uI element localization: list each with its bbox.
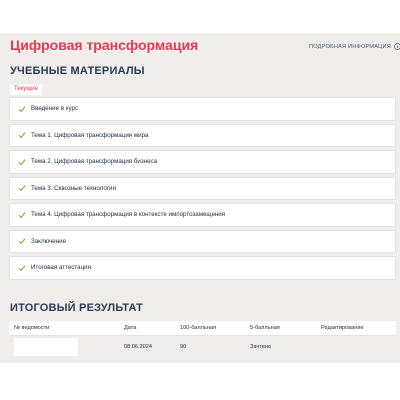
check-icon: [18, 106, 26, 112]
module-label: Тема 3. Сквозные технологии: [31, 184, 116, 192]
column-header-sheet-number: № ведомости: [9, 321, 119, 336]
module-item[interactable]: Заключение: [9, 229, 396, 253]
module-list: Введение в курс Тема 1. Цифровая трансфо…: [9, 97, 396, 283]
details-link[interactable]: ПОДРОБНАЯ ИНФОРМАЦИЯ: [309, 43, 400, 50]
result-section-title: ИТОГОВЫЙ РЕЗУЛЬТАТ: [10, 302, 144, 314]
cell-date: 08.06.2024: [119, 335, 175, 358]
course-title: Цифровая трансформация: [10, 37, 199, 53]
column-header-score-5: 5-балльная: [245, 321, 316, 336]
check-icon: [18, 132, 26, 139]
module-label: Итоговая аттестация: [31, 264, 91, 272]
check-icon: [18, 185, 26, 192]
details-link-label: ПОДРОБНАЯ ИНФОРМАЦИЯ: [309, 43, 391, 50]
cell-sheet-number: [9, 335, 119, 358]
module-item[interactable]: Введение в курс: [9, 97, 396, 121]
module-item[interactable]: Тема 1. Цифровая трансформация мира: [9, 123, 396, 147]
module-label: Введение в курс: [31, 105, 79, 113]
module-label: Тема 1. Цифровая трансформация мира: [31, 131, 149, 139]
tab-current[interactable]: Текущие: [10, 84, 42, 95]
sheet-number-box: [14, 338, 78, 356]
column-header-date: Дата: [119, 321, 175, 336]
module-item[interactable]: Итоговая аттестация: [9, 256, 396, 280]
course-page: Цифровая трансформация ПОДРОБНАЯ ИНФОРМА…: [0, 33, 400, 363]
module-label: Тема 4. Цифровая трансформация в контекс…: [31, 211, 226, 219]
check-icon: [18, 265, 26, 271]
materials-section-title: УЧЕБНЫЕ МАТЕРИАЛЫ: [10, 65, 145, 77]
module-label: Тема 2. Цифровая трансформация бизнеса: [31, 158, 158, 166]
check-icon: [18, 212, 26, 218]
table-header-row: № ведомости Дата 100-балльная 5-балльная…: [9, 321, 396, 336]
check-icon: [18, 159, 26, 165]
cell-score-5: Зачтено: [245, 335, 316, 358]
module-item[interactable]: Тема 2. Цифровая трансформация бизнеса: [9, 150, 396, 174]
module-item[interactable]: Тема 4. Цифровая трансформация в контекс…: [9, 203, 396, 227]
column-header-score-100: 100-балльная: [175, 321, 245, 336]
result-table: № ведомости Дата 100-балльная 5-балльная…: [9, 321, 396, 358]
column-header-edit: Редактирование: [316, 321, 396, 336]
cell-score-100: 90: [175, 335, 245, 358]
table-row: 08.06.2024 90 Зачтено: [9, 335, 396, 358]
cell-edit: [316, 335, 396, 358]
check-icon: [18, 238, 26, 245]
module-item[interactable]: Тема 3. Сквозные технологии: [9, 176, 396, 200]
info-icon: [394, 43, 400, 50]
module-label: Заключение: [31, 237, 67, 245]
